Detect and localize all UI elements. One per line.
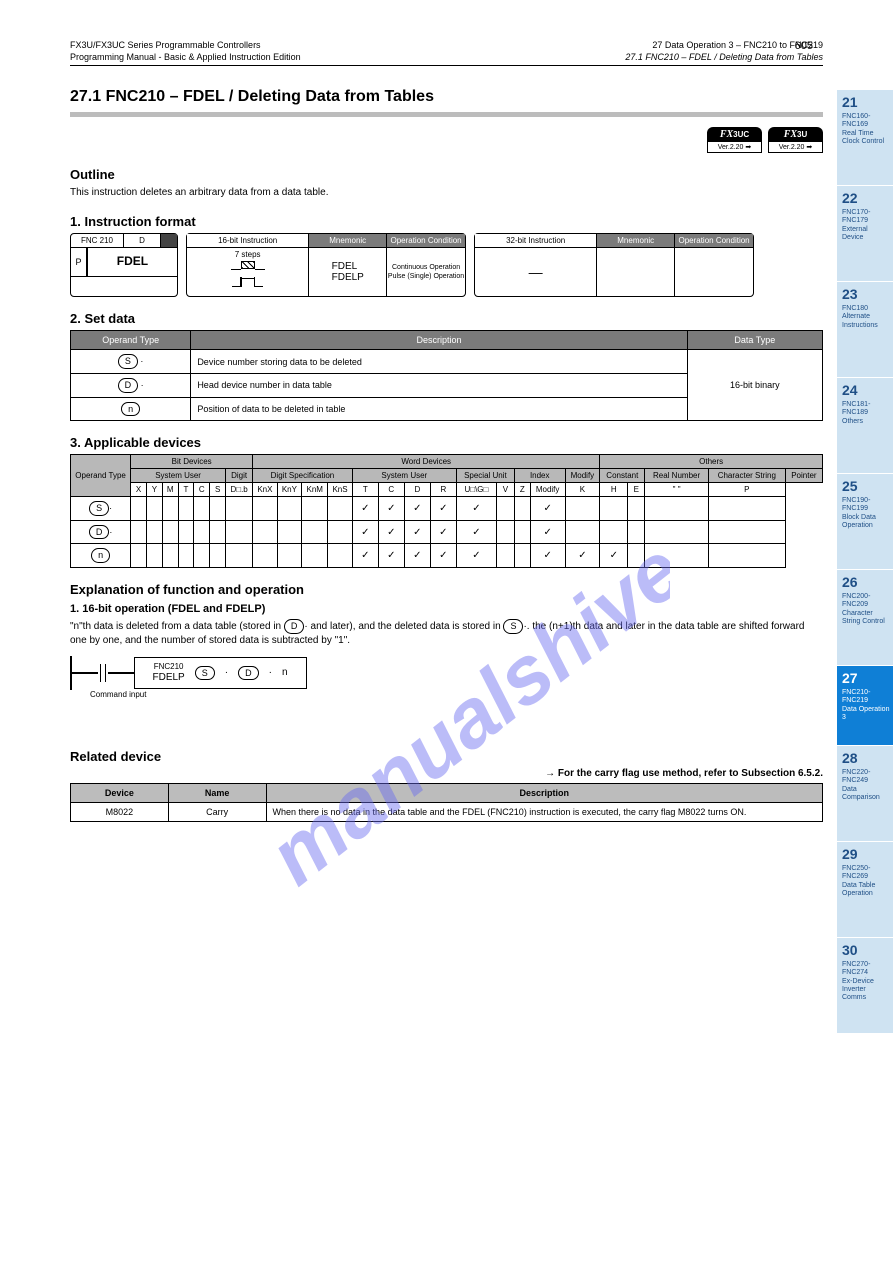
contact-icon [100,664,106,682]
mnemonic-hdr-32: Mnemonic [597,234,675,248]
running-header: FX3U/FX3UC Series Programmable Controlle… [70,40,823,66]
rel-device: M8022 [71,802,169,821]
pulse-icon [187,273,308,287]
inst-fnc: FNC 210 [71,234,124,248]
inst-square [161,234,177,248]
desc-n: Position of data to be deleted in table [191,397,687,421]
page-title: 27.1 FNC210 – FDEL / Deleting Data from … [70,88,823,106]
desc-s: Device number storing data to be deleted [191,350,687,374]
setdata-table: Operand Type Description Data Type S · D… [70,330,823,421]
op-s: S [118,354,138,369]
col-desc: Description [191,331,687,350]
outline-heading: Outline [70,167,823,182]
steps-label: 7 steps [187,250,308,259]
ref-s: S [503,619,523,634]
box-fnc: FNC210 [153,663,185,672]
document-page: 605 FX3U/FX3UC Series Programmable Contr… [0,0,893,862]
sixteen-bit-card: 16-bit Instruction Mnemonic Operation Co… [186,233,466,297]
appl-heading: 3. Applicable devices [70,435,823,450]
model-badge: FX3UCVer.2.20 ➡ [707,127,762,153]
header-left-1: FX3U/FX3UC Series Programmable Controlle… [70,40,301,52]
pulse-op-label: Pulse (Single) Operation [388,272,464,281]
funcexpl-para: "n"th data is deleted from a data table … [70,619,823,648]
related-heading: Related device [70,749,823,764]
box-op-d: D [238,666,259,681]
page-number: 605 [795,40,813,52]
ref-d: D [284,619,305,634]
model-badges: FX3UCVer.2.20 ➡FX3UVer.2.20 ➡ [70,127,823,153]
related-link: → For the carry flag use method, refer t… [70,768,823,779]
rel-name: Carry [168,802,266,821]
continuous-icon [187,259,308,273]
funcexpl-sub: 1. 16-bit operation (FDEL and FDELP) [70,603,823,615]
rel-col-desc: Description [266,783,823,802]
steps-icons: 7 steps [187,248,309,296]
fdel-row: FDEL [332,261,364,272]
op-d: D [118,378,139,393]
rel-col-name: Name [168,783,266,802]
inst-p: P [71,248,87,277]
mnemonic-hdr: Mnemonic [309,234,387,248]
funcexpl-seg1: "n"th data is deleted from a data table … [70,621,281,632]
inst-mnemonic: FDEL [87,248,177,277]
opcond-hdr: Operation Condition [387,234,465,248]
related-device-table: Device Name Description M8022 Carry When… [70,783,823,822]
header-right-2: 27.1 FNC210 – FDEL / Deleting Data from … [625,52,823,64]
instruction-format-row: FNC 210 D P FDEL 16-bit Instruction Mnem… [70,233,823,297]
title-rule [70,112,823,117]
instr-fmt-heading: 1. Instruction format [70,214,823,229]
rel-col-device: Device [71,783,169,802]
fdelp-row: FDELP [332,272,364,283]
thirtytwo-bit-card: 32-bit Instruction Mnemonic Operation Co… [474,233,754,297]
instruction-card: FNC 210 D P FDEL [70,233,178,297]
command-input-label: Command input [90,690,823,699]
ladder-diagram: FNC210 FDELP S· D· n [70,656,823,690]
inst-d: D [124,234,161,248]
opcond-cell: Continuous Operation Pulse (Single) Oper… [387,248,465,296]
box-op-s: S [195,666,215,681]
funcexpl-heading: Explanation of function and operation [70,582,823,597]
setdata-heading: 2. Set data [70,311,823,326]
col-datatype: Data Type [687,331,822,350]
outline-text: This instruction deletes an arbitrary da… [70,186,823,200]
cont-op-label: Continuous Operation [392,263,460,272]
thirtytwo-dash: — [475,248,597,296]
header-right-1: 27 Data Operation 3 – FNC210 to FNC219 [625,40,823,52]
opcond-hdr-32: Operation Condition [675,234,753,248]
rel-desc: When there is no data in the data table … [266,802,823,821]
sixteen-bit-label: 16-bit Instruction [187,234,309,248]
desc-d: Head device number in data table [191,373,687,397]
box-name: FDELP [153,672,185,683]
nav-tab-30[interactable]: 30FNC270-FNC274Ex-Device Inverter Comms [837,938,893,1034]
applicable-devices-table: Operand TypeBit DevicesWord DevicesOther… [70,454,823,568]
op-n: n [121,402,140,417]
thirtytwo-bit-label: 32-bit Instruction [475,234,597,248]
model-badge: FX3UVer.2.20 ➡ [768,127,823,153]
mnemonic-cell: FDEL FDELP [309,248,387,296]
ladder-instruction-box: FNC210 FDELP S· D· n [134,657,307,689]
box-op-n: n [282,667,288,678]
header-left-2: Programming Manual - Basic & Applied Ins… [70,52,301,64]
col-operand: Operand Type [71,331,191,350]
funcexpl-seg2: and later), and the deleted data is stor… [311,621,501,632]
datatype-val: 16-bit binary [687,350,822,421]
